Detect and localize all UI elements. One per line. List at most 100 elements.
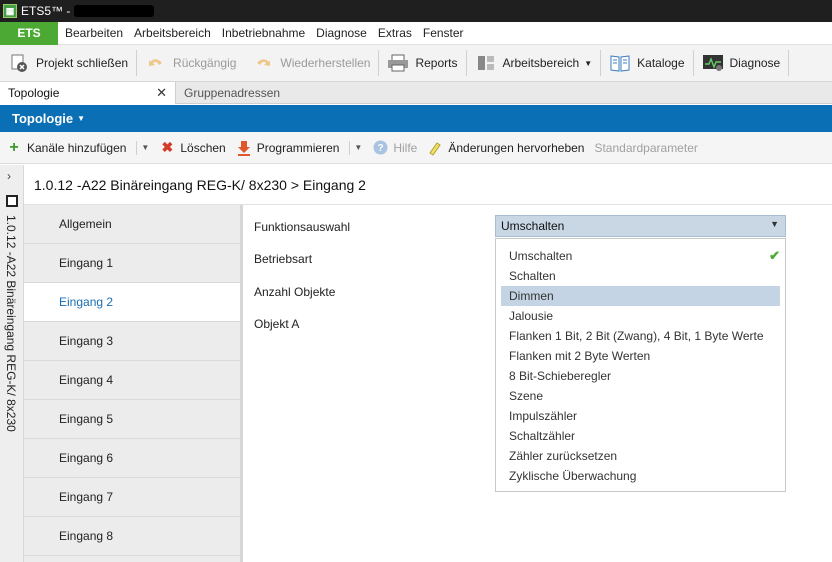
option-label: Szene <box>509 389 544 403</box>
delete-x-icon: ✖ <box>161 139 174 155</box>
default-params-label: Standardparameter <box>594 140 698 155</box>
reports-button[interactable]: Reports <box>379 45 465 82</box>
option-dimmen[interactable]: Dimmen <box>501 286 780 306</box>
workspace-icon <box>475 52 497 74</box>
nav-item-eingang-7[interactable]: Eingang 7 <box>24 478 240 517</box>
menu-fenster[interactable]: Fenster <box>419 26 468 40</box>
option-schaltzaehler[interactable]: Schaltzähler <box>501 426 780 446</box>
nav-item-eingang-4[interactable]: Eingang 4 <box>24 361 240 400</box>
catalogs-button[interactable]: Kataloge <box>601 45 692 82</box>
nav-item-allgemein[interactable]: Allgemein <box>24 205 240 244</box>
redo-label: Wiederherstellen <box>280 56 371 70</box>
panel-header[interactable]: Topologie ▼ <box>0 105 832 132</box>
program-dropdown-chevron-icon[interactable]: ▼ <box>349 140 362 155</box>
tab-topologie-label: Topologie <box>8 86 60 100</box>
toolbar-divider <box>788 50 790 76</box>
param-label-funktionsauswahl: Funktionsauswahl <box>254 220 351 234</box>
ets-app-icon: ▦ <box>3 4 17 18</box>
device-label-vertical: 1.0.12 -A22 Binäreingang REG-K/ 8x230 <box>4 215 18 432</box>
chevron-down-icon: ▼ <box>770 219 779 229</box>
option-label: Flanken 1 Bit, 2 Bit (Zwang), 4 Bit, 1 B… <box>509 329 764 343</box>
program-label: Programmieren <box>256 140 340 155</box>
menu-diagnose[interactable]: Diagnose <box>312 26 371 40</box>
undo-icon <box>145 52 167 74</box>
redacted-project-name <box>74 5 155 17</box>
redo-button[interactable]: Wiederherstellen <box>244 45 378 82</box>
device-icon <box>6 195 18 207</box>
printer-icon <box>387 52 409 74</box>
highlight-changes-button[interactable]: Änderungen hervorheben <box>427 140 584 156</box>
nav-item-label: Eingang 3 <box>59 334 114 348</box>
nav-item-eingang-2[interactable]: Eingang 2 <box>24 283 240 322</box>
help-button[interactable]: ? Hilfe <box>372 140 417 156</box>
checkmark-icon: ✔ <box>769 248 780 263</box>
plus-icon: + <box>9 138 19 156</box>
svg-text:?: ? <box>377 143 383 154</box>
menu-arbeitsbereich[interactable]: Arbeitsbereich <box>130 26 215 40</box>
option-umschalten[interactable]: Umschalten ✔ <box>501 246 780 266</box>
chevron-down-icon: ▼ <box>584 58 593 68</box>
close-project-icon <box>8 52 30 74</box>
redo-icon <box>252 52 274 74</box>
option-label: Dimmen <box>509 289 554 303</box>
menu-extras[interactable]: Extras <box>374 26 416 40</box>
nav-item-label: Eingang 8 <box>59 529 114 543</box>
nav-item-eingang-6[interactable]: Eingang 6 <box>24 439 240 478</box>
highlighter-icon <box>427 140 443 156</box>
param-label-objekt-a: Objekt A <box>254 317 300 331</box>
funktionsauswahl-options: Umschalten ✔ Schalten Dimmen Jalousie Fl… <box>495 238 786 492</box>
nav-item-label: Eingang 1 <box>59 256 114 270</box>
param-label-betriebsart: Betriebsart <box>254 252 313 266</box>
chevron-right-icon[interactable]: › <box>7 169 11 183</box>
delete-button[interactable]: ✖ Löschen <box>159 139 225 156</box>
add-channels-dropdown-chevron-icon[interactable]: ▼ <box>136 140 149 155</box>
reports-label: Reports <box>415 56 458 70</box>
main-toolbar: Projekt schließen Rückgängig Wiederherst… <box>0 45 832 82</box>
option-8bit-schieberegler[interactable]: 8 Bit-Schieberegler <box>501 366 780 386</box>
option-zaehler-zuruecksetzen[interactable]: Zähler zurücksetzen <box>501 446 780 466</box>
option-szene[interactable]: Szene <box>501 386 780 406</box>
window-title: ETS5™ - <box>21 4 71 18</box>
nav-item-label: Eingang 5 <box>59 412 114 426</box>
option-label: Zyklische Überwachung <box>509 469 637 483</box>
book-icon <box>609 52 631 74</box>
option-flanken-2-byte[interactable]: Flanken mit 2 Byte Werten <box>501 346 780 366</box>
workspace-button[interactable]: Arbeitsbereich ▼ <box>467 45 601 82</box>
diagnose-monitor-icon <box>702 52 724 74</box>
nav-item-eingang-3[interactable]: Eingang 3 <box>24 322 240 361</box>
diagnose-button[interactable]: Diagnose <box>694 45 789 82</box>
option-label: Impulszähler <box>509 409 578 423</box>
option-schalten[interactable]: Schalten <box>501 266 780 286</box>
close-icon[interactable]: ✕ <box>156 85 167 101</box>
nav-item-eingang-5[interactable]: Eingang 5 <box>24 400 240 439</box>
tab-topologie[interactable]: Topologie ✕ <box>0 82 176 104</box>
collapsed-device-strip[interactable]: › 1.0.12 -A22 Binäreingang REG-K/ 8x230 <box>0 165 24 562</box>
menu-inbetriebnahme[interactable]: Inbetriebnahme <box>218 26 309 40</box>
default-params-button[interactable]: Standardparameter <box>594 141 697 155</box>
undo-button[interactable]: Rückgängig <box>137 45 244 82</box>
nav-item-eingang-8[interactable]: Eingang 8 <box>24 517 240 556</box>
workspace-label: Arbeitsbereich <box>502 56 580 70</box>
option-label: 8 Bit-Schieberegler <box>509 369 612 383</box>
option-flanken[interactable]: Flanken 1 Bit, 2 Bit (Zwang), 4 Bit, 1 B… <box>501 326 780 346</box>
highlight-changes-label: Änderungen hervorheben <box>448 140 585 155</box>
nav-item-label: Allgemein <box>59 217 112 231</box>
add-channels-button[interactable]: + Kanäle hinzufügen <box>6 138 127 156</box>
option-impulszaehler[interactable]: Impulszähler <box>501 406 780 426</box>
option-label: Schalten <box>509 269 556 283</box>
ets-menu-button[interactable]: ETS <box>0 21 58 45</box>
nav-item-eingang-1[interactable]: Eingang 1 <box>24 244 240 283</box>
option-label: Flanken mit 2 Byte Werten <box>509 349 651 363</box>
option-jalousie[interactable]: Jalousie <box>501 306 780 326</box>
program-download-icon <box>236 140 252 156</box>
option-zyklische-ueberwachung[interactable]: Zyklische Überwachung <box>501 466 780 486</box>
topology-toolbar: + Kanäle hinzufügen ▼ ✖ Löschen Programm… <box>0 132 832 164</box>
undo-label: Rückgängig <box>173 56 237 70</box>
program-button[interactable]: Programmieren <box>236 140 340 156</box>
tab-gruppenadressen[interactable]: Gruppenadressen <box>176 82 288 104</box>
menu-bearbeiten[interactable]: Bearbeiten <box>61 26 127 40</box>
add-channels-label: Kanäle hinzufügen <box>27 140 127 155</box>
funktionsauswahl-select[interactable]: Umschalten ▼ <box>495 215 786 237</box>
nav-item-label: Eingang 4 <box>59 373 114 387</box>
close-project-button[interactable]: Projekt schließen <box>0 45 136 82</box>
